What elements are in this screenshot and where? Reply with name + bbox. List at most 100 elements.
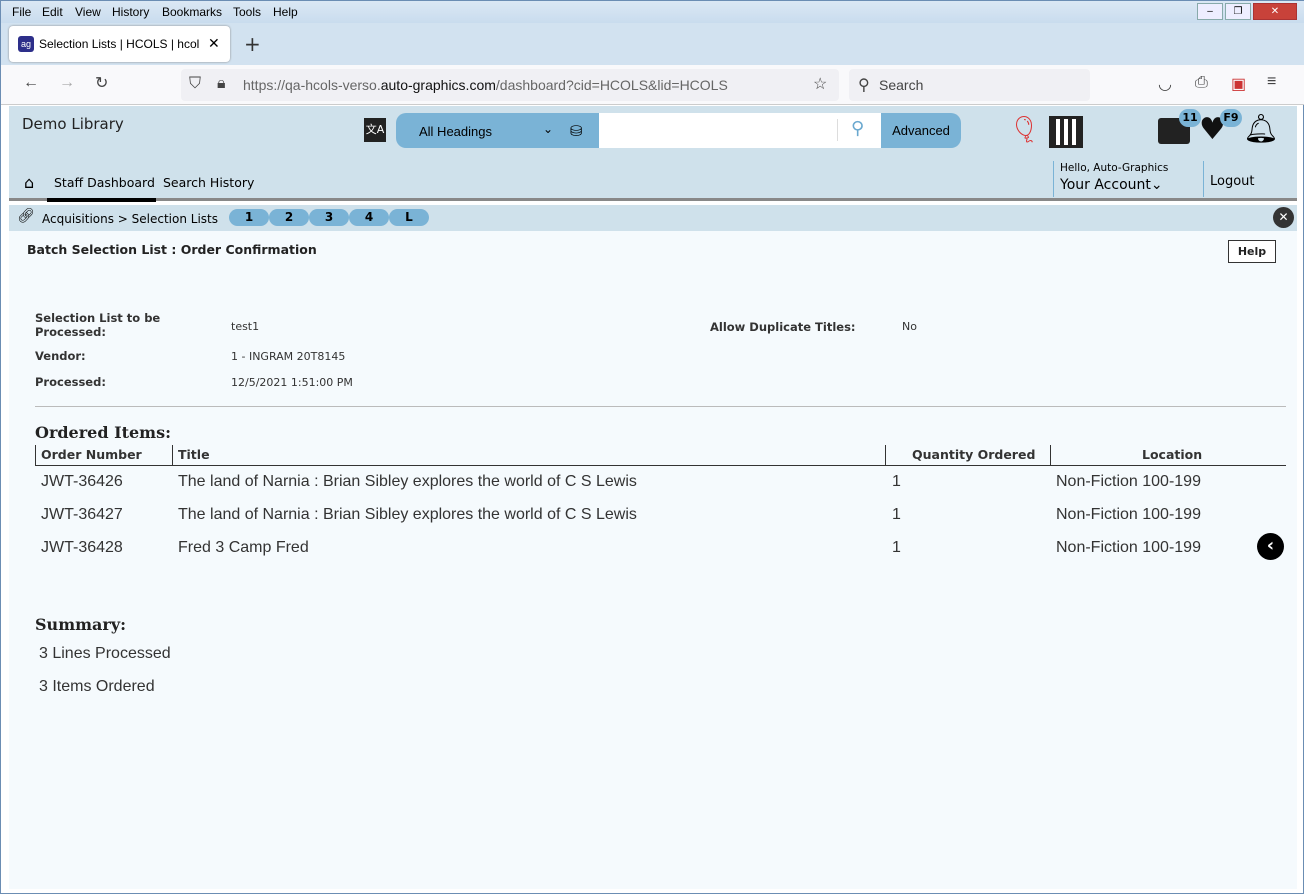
selection-list-value: test1 <box>231 320 260 333</box>
list-count-badge: 11 <box>1179 109 1201 127</box>
greeting: Hello, Auto-Graphics <box>1060 162 1169 174</box>
active-nav-underline <box>47 198 156 202</box>
main-content: Batch Selection List : Order Confirmatio… <box>9 231 1297 889</box>
menu-help[interactable]: Help <box>273 5 298 19</box>
processed-value: 12/5/2021 1:51:00 PM <box>231 376 353 389</box>
home-icon[interactable]: ⌂ <box>24 173 34 192</box>
chevron-down-icon: ⌄ <box>543 122 554 136</box>
navigation-toolbar: ← → ↻ ⛉ 🔒︎ https://qa-hcols-verso.auto-g… <box>1 65 1304 105</box>
pocket-icon[interactable]: ◡ <box>1158 74 1172 94</box>
help-button[interactable]: Help <box>1228 240 1276 263</box>
minimize-button[interactable]: – <box>1197 3 1223 20</box>
search-placeholder: Search <box>879 77 924 93</box>
quantity: 1 <box>892 473 901 490</box>
link-icon: 🔗︎ <box>17 208 35 224</box>
browse-shelf-icon[interactable] <box>1049 116 1083 148</box>
menu-bookmarks[interactable]: Bookmarks <box>162 5 222 19</box>
close-tab-icon[interactable]: ✕ <box>208 35 220 52</box>
your-account-menu[interactable]: Your Account⌄ <box>1060 177 1163 193</box>
ordered-items-heading: Ordered Items: <box>35 423 171 442</box>
account-label: Your Account <box>1060 177 1151 193</box>
title[interactable]: The land of Narnia : Brian Sibley explor… <box>178 473 637 491</box>
menu-view[interactable]: View <box>75 5 101 19</box>
search-scope-value: All Headings <box>419 124 492 139</box>
bell-icon[interactable]: 🔔︎ <box>1243 112 1279 145</box>
app-header: Demo Library 文A All Headings ⌄ ⛁ ⚲ Advan… <box>9 106 1297 202</box>
extension-icon[interactable]: ▣ <box>1231 74 1246 94</box>
step-pill-2[interactable]: 2 <box>269 209 309 226</box>
summary-heading: Summary: <box>35 615 127 634</box>
order-number: JWT-36428 <box>41 539 123 556</box>
favicon-icon: ag <box>18 36 34 52</box>
menu-file[interactable]: File <box>12 5 31 19</box>
summary-lines: 3 Lines Processed <box>39 645 171 662</box>
column-title: Title <box>178 447 210 462</box>
lock-icon: 🔒︎ <box>217 75 226 92</box>
nav-search-history[interactable]: Search History <box>163 175 254 190</box>
url-bar[interactable]: ⛉ 🔒︎ https://qa-hcols-verso.auto-graphic… <box>181 69 839 101</box>
title[interactable]: Fred 3 Camp Fred <box>178 539 309 557</box>
browser-search-field[interactable]: ⚲ Search <box>849 69 1090 101</box>
browser-tab[interactable]: ag Selection Lists | HCOLS | hcols | ✕ <box>9 26 230 62</box>
library-name: Demo Library <box>22 115 124 133</box>
nav-staff-dashboard[interactable]: Staff Dashboard <box>54 175 155 190</box>
tab-title: Selection Lists | HCOLS | hcols | <box>39 37 199 51</box>
search-scope-select[interactable]: All Headings ⌄ ⛁ <box>396 113 599 148</box>
reload-icon[interactable]: ↻ <box>95 73 108 93</box>
url-prefix: https://qa-hcols-verso. <box>243 77 381 93</box>
forward-icon[interactable]: → <box>59 74 75 92</box>
shield-icon: ⛉ <box>189 75 202 92</box>
chevron-left-icon[interactable]: ‹ <box>1257 533 1284 560</box>
vendor-value: 1 - INGRAM 20T8145 <box>231 350 346 363</box>
favorites-badge: F9 <box>1220 109 1242 127</box>
allow-duplicates-label: Allow Duplicate Titles: <box>710 320 856 334</box>
location: Non-Fiction 100-199 <box>1056 539 1201 556</box>
tab-strip: ag Selection Lists | HCOLS | hcols | ✕ + <box>1 23 1304 65</box>
breadcrumb-path[interactable]: Acquisitions > Selection Lists <box>42 212 218 226</box>
processed-label: Processed: <box>35 375 106 389</box>
quantity: 1 <box>892 539 901 556</box>
divider <box>35 406 1286 407</box>
search-icon: ⚲ <box>858 77 870 94</box>
location: Non-Fiction 100-199 <box>1056 506 1201 523</box>
vendor-label: Vendor: <box>35 349 86 363</box>
column-order-number: Order Number <box>41 447 142 462</box>
menu-tools[interactable]: Tools <box>233 5 261 19</box>
column-quantity: Quantity Ordered <box>912 447 1036 462</box>
step-pill-3[interactable]: 3 <box>309 209 349 226</box>
order-number: JWT-36426 <box>41 473 123 490</box>
close-window-button[interactable]: ✕ <box>1253 3 1297 20</box>
search-input[interactable]: ⚲ <box>599 113 881 148</box>
hamburger-menu-icon[interactable]: ≡ <box>1267 73 1276 91</box>
step-pill-l[interactable]: L <box>389 209 429 226</box>
menu-edit[interactable]: Edit <box>42 5 63 19</box>
restore-button[interactable]: ❐ <box>1225 3 1251 20</box>
new-tab-icon[interactable]: + <box>244 32 261 56</box>
selection-list-label: Selection List to be Processed: <box>35 311 161 339</box>
close-icon[interactable]: ✕ <box>1273 207 1294 228</box>
order-number: JWT-36427 <box>41 506 123 523</box>
location: Non-Fiction 100-199 <box>1056 473 1201 490</box>
title[interactable]: The land of Narnia : Brian Sibley explor… <box>178 506 637 524</box>
database-icon[interactable]: ⛁ <box>570 122 583 140</box>
translate-icon[interactable]: 文A <box>364 118 386 142</box>
advanced-search-button[interactable]: Advanced <box>881 113 961 148</box>
step-pill-1[interactable]: 1 <box>229 209 269 226</box>
page-title: Batch Selection List : Order Confirmatio… <box>27 242 317 257</box>
back-icon[interactable]: ← <box>23 74 39 92</box>
column-location: Location <box>1142 447 1203 462</box>
search-icon[interactable]: ⚲ <box>851 118 864 139</box>
step-pill-4[interactable]: 4 <box>349 209 389 226</box>
url-suffix: /dashboard?cid=HCOLS&lid=HCOLS <box>495 77 728 93</box>
menu-bar: File Edit View History Bookmarks Tools H… <box>1 1 1304 23</box>
quantity: 1 <box>892 506 901 523</box>
allow-duplicates-value: No <box>902 320 917 333</box>
bookmark-star-icon[interactable]: ☆ <box>813 74 827 94</box>
url-domain: auto-graphics.com <box>380 77 496 93</box>
print-icon[interactable]: ⎙ <box>1195 74 1208 92</box>
menu-history[interactable]: History <box>112 5 149 19</box>
logout-link[interactable]: Logout <box>1210 174 1255 189</box>
breadcrumb: 🔗︎ Acquisitions > Selection Lists 1 2 3 … <box>9 205 1297 231</box>
hot-air-balloon-icon[interactable]: 🎈︎ <box>1008 115 1041 145</box>
summary-items: 3 Items Ordered <box>39 678 155 695</box>
